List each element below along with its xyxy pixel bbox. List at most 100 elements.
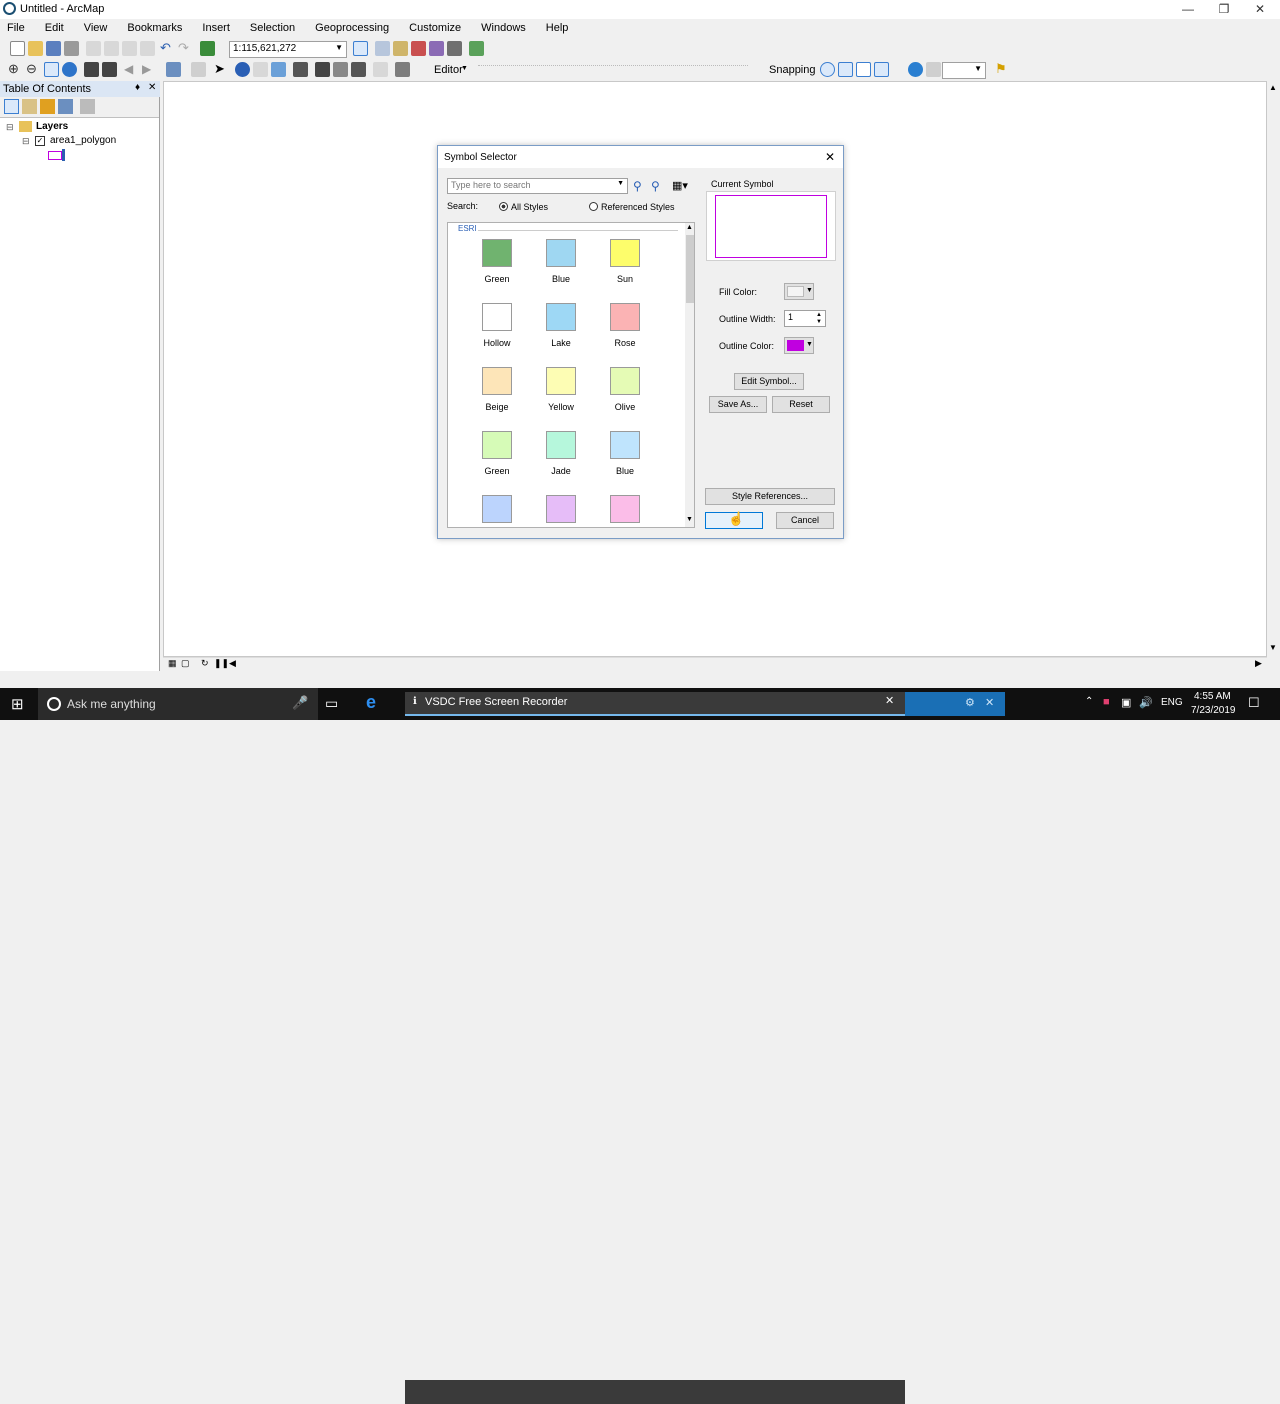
- symbol-item[interactable]: Rose: [593, 303, 657, 348]
- zoom-in-icon[interactable]: ⊕: [8, 62, 23, 77]
- layer-toggle-icon[interactable]: [926, 62, 941, 77]
- arctoolbox-icon[interactable]: [429, 41, 444, 56]
- editor-toolbar-icon[interactable]: [353, 41, 368, 56]
- delete-icon[interactable]: [140, 41, 155, 56]
- toc-window-icon[interactable]: [375, 41, 390, 56]
- layer-name[interactable]: area1_polygon: [50, 135, 116, 146]
- redo-icon[interactable]: ↷: [178, 41, 193, 56]
- symbol-item[interactable]: Jade: [529, 431, 593, 476]
- symbol-item[interactable]: Blue: [529, 239, 593, 284]
- menu-bookmarks[interactable]: Bookmarks: [124, 21, 185, 35]
- catalog-icon[interactable]: [393, 41, 408, 56]
- scroll-right-icon[interactable]: ▶: [1255, 658, 1262, 669]
- flag-icon[interactable]: ⚑: [995, 62, 1010, 77]
- symbol-item[interactable]: [529, 495, 593, 527]
- full-extent-icon[interactable]: [62, 62, 77, 77]
- view-options-icon[interactable]: ▦▾: [672, 179, 688, 192]
- new-document-icon[interactable]: [10, 41, 25, 56]
- undo-icon[interactable]: ↶: [160, 41, 175, 56]
- dialog-close-icon[interactable]: ✕: [825, 150, 835, 164]
- edge-browser-icon[interactable]: e: [366, 692, 376, 713]
- menu-selection[interactable]: Selection: [247, 21, 298, 35]
- symbol-item[interactable]: Lake: [529, 303, 593, 348]
- cancel-button[interactable]: Cancel: [776, 512, 834, 529]
- fill-color-picker[interactable]: ▼: [784, 283, 814, 300]
- symbol-item[interactable]: Yellow: [529, 367, 593, 412]
- georef-icon[interactable]: [908, 62, 923, 77]
- symbol-item[interactable]: Green: [465, 239, 529, 284]
- measure-icon[interactable]: [293, 62, 308, 77]
- save-icon[interactable]: [46, 41, 61, 56]
- map-horizontal-scrollbar[interactable]: ▦ ▢ ↻ ❚❚ ◀ ▶: [163, 657, 1267, 670]
- collapse-icon[interactable]: ⊟: [6, 122, 14, 133]
- outline-width-input[interactable]: 1 ▲ ▼: [784, 310, 826, 327]
- layer-visibility-checkbox[interactable]: ✓: [35, 136, 45, 146]
- model-builder-icon[interactable]: [469, 41, 484, 56]
- close-window-button[interactable]: ✕: [1242, 0, 1278, 19]
- scale-combo[interactable]: 1:115,621,272 ▼: [229, 41, 347, 58]
- zoom-out-icon[interactable]: ⊖: [26, 62, 41, 77]
- search-icon[interactable]: ⚲: [633, 179, 642, 193]
- layer-combo[interactable]: ▼: [942, 62, 986, 79]
- paste-icon[interactable]: [122, 41, 137, 56]
- menu-insert[interactable]: Insert: [199, 21, 233, 35]
- symbol-item[interactable]: Olive: [593, 367, 657, 412]
- symbol-item[interactable]: Beige: [465, 367, 529, 412]
- settings-icon[interactable]: ⚙: [965, 696, 975, 709]
- list-by-drawing-order-icon[interactable]: [4, 99, 19, 114]
- go-to-xy-icon[interactable]: [351, 62, 366, 77]
- symbol-search-input[interactable]: Type here to search ▼: [447, 178, 628, 194]
- scroll-down-icon[interactable]: ▼: [686, 516, 693, 523]
- outline-color-picker[interactable]: ▼: [784, 337, 814, 354]
- clock-date[interactable]: 7/23/2019: [1191, 705, 1236, 716]
- back-extent-icon[interactable]: ◀: [124, 62, 139, 77]
- clear-search-icon[interactable]: ⚲: [651, 179, 660, 193]
- python-icon[interactable]: [447, 41, 462, 56]
- identify-icon[interactable]: [235, 62, 250, 77]
- edit-symbol-button[interactable]: Edit Symbol...: [734, 373, 804, 390]
- save-as-button[interactable]: Save As...: [709, 396, 767, 413]
- layers-root-label[interactable]: Layers: [36, 121, 68, 132]
- copy-icon[interactable]: [104, 41, 119, 56]
- restore-button[interactable]: ❐: [1206, 0, 1242, 19]
- find-route-icon[interactable]: [333, 62, 348, 77]
- create-viewer-icon[interactable]: [395, 62, 410, 77]
- snapping-menu[interactable]: Snapping: [769, 64, 816, 76]
- menu-help[interactable]: Help: [543, 21, 572, 35]
- windows-start-icon[interactable]: ⊞: [11, 695, 24, 713]
- vsdc-close-icon[interactable]: ✕: [885, 694, 894, 707]
- symbol-item[interactable]: Sun: [593, 239, 657, 284]
- close-toc-icon[interactable]: ✕: [148, 82, 156, 93]
- microphone-icon[interactable]: 🎤: [292, 695, 308, 711]
- list-by-source-icon[interactable]: [22, 99, 37, 114]
- fixed-zoom-in-icon[interactable]: [84, 62, 99, 77]
- hyperlink-icon[interactable]: [253, 62, 268, 77]
- symbol-item[interactable]: Green: [465, 431, 529, 476]
- close-recorder-icon[interactable]: ✕: [985, 696, 994, 709]
- end-snapping-icon[interactable]: [838, 62, 853, 77]
- layer-symbol-patch[interactable]: [48, 151, 62, 160]
- edge-snapping-icon[interactable]: [874, 62, 889, 77]
- menu-geoprocessing[interactable]: Geoprocessing: [312, 21, 392, 35]
- scroll-up-icon[interactable]: ▲: [686, 224, 693, 231]
- list-by-selection-icon[interactable]: [58, 99, 73, 114]
- map-vertical-scrollbar[interactable]: ▲ ▼: [1267, 81, 1280, 657]
- menu-file[interactable]: File: [4, 21, 28, 35]
- menu-windows[interactable]: Windows: [478, 21, 529, 35]
- spinner-icon[interactable]: ▲ ▼: [816, 312, 822, 326]
- tray-app-icon[interactable]: ■: [1103, 696, 1110, 708]
- reset-button[interactable]: Reset: [772, 396, 830, 413]
- symbol-item[interactable]: [465, 495, 529, 527]
- add-data-icon[interactable]: [200, 41, 215, 56]
- style-references-button[interactable]: Style References...: [705, 488, 835, 505]
- task-view-icon[interactable]: ▭: [325, 695, 338, 712]
- select-elements-icon[interactable]: ➤: [214, 62, 229, 77]
- clear-selection-icon[interactable]: [191, 62, 206, 77]
- input-language[interactable]: ENG: [1161, 697, 1183, 708]
- gallery-scrollbar[interactable]: ▲ ▼: [685, 223, 694, 527]
- action-center-icon[interactable]: ☐: [1248, 695, 1260, 711]
- pause-drawing-icon[interactable]: ❚❚: [214, 658, 229, 669]
- all-styles-radio[interactable]: [499, 202, 508, 211]
- collapse-layer-icon[interactable]: ⊟: [22, 136, 30, 147]
- symbol-item[interactable]: Hollow: [465, 303, 529, 348]
